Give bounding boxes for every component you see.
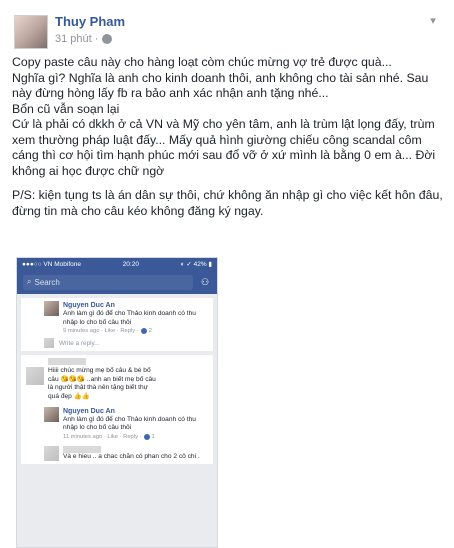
comment-meta-text: 9 minutes ago · Like · Reply · — [63, 328, 139, 335]
search-placeholder: Search — [34, 277, 60, 287]
post-meta: 31 phút · — [55, 33, 113, 45]
comment-card: Hiiii chúc mừng mẹ bố câu & bé bố câu 😘😘… — [21, 355, 213, 465]
author-name[interactable]: Thuy Pham — [55, 14, 125, 29]
write-reply: Write a reply... — [59, 339, 100, 347]
avatar — [44, 338, 54, 349]
globe-icon — [102, 34, 113, 44]
chevron-down-icon[interactable]: ▾ — [426, 14, 440, 28]
redacted-name — [63, 445, 101, 453]
search-icon: ⌕ — [27, 277, 32, 286]
avatar — [44, 445, 59, 461]
comment-text: Anh làm gì đó để cho Thảo kinh doanh có … — [63, 415, 196, 432]
avatar — [44, 406, 59, 422]
comment-meta: 9 minutes ago · Like · Reply · 2 — [63, 327, 208, 335]
post-body: Copy paste câu này cho hàng loạt còm chú… — [12, 55, 444, 219]
friend-requests-icon: ⚇ — [200, 277, 210, 287]
comment-text: Và e hieu .. a chac chăn có phan cho 2 c… — [63, 452, 200, 460]
post-ps: P/S: kiện tụng ts là án dân sự thôi, chứ… — [12, 188, 443, 218]
post-paragraph: Copy paste câu này cho hàng loạt còm chú… — [12, 55, 392, 69]
post-paragraph: Cứ là phải có dkkh ở cả VN và Mỹ cho yên… — [12, 117, 436, 178]
like-icon — [143, 433, 150, 440]
avatar — [26, 367, 44, 386]
like-icon — [140, 328, 147, 335]
write-reply-row: Write a reply... — [44, 338, 208, 349]
author-avatar[interactable] — [14, 15, 48, 49]
post-paragraph: Nghĩa gì? Nghĩa là anh cho kinh doanh th… — [12, 70, 429, 101]
comment-meta: 11 minutes ago · Like · Reply · 1 — [63, 433, 208, 441]
post-paragraph: Bổn cũ vẫn soạn lại — [12, 101, 120, 116]
facebook-post: Thuy Pham 31 phút · ▾ Copy paste câu này… — [0, 0, 454, 548]
battery: ◐ ✓ 42% ▮ — [180, 261, 212, 268]
comment-author: Nguyen Duc An — [63, 407, 115, 415]
carrier: ●●●○○ VN Mobifone — [22, 260, 82, 268]
phone-status-bar: ●●●○○ VN Mobifone 20:20 ◐ ✓ 42% ▮ — [17, 258, 217, 270]
phone-search-bar: ⌕ Search ⚇ — [17, 270, 217, 294]
comment-card: Nguyen Duc An Anh làm gì đó để cho Thảo … — [21, 298, 213, 352]
like-count: 1 — [151, 433, 155, 440]
comment-meta-text: 11 minutes ago · Like · Reply · — [63, 433, 142, 440]
post-time[interactable]: 31 phút · — [55, 33, 98, 45]
like-count: 2 — [148, 328, 152, 335]
comment-text: Hiiii chúc mừng mẹ bố câu & bé bố câu 😘😘… — [48, 367, 156, 400]
avatar — [44, 301, 59, 316]
redacted-name — [48, 358, 86, 366]
comment-author: Nguyen Duc An — [63, 302, 115, 309]
embedded-screenshot[interactable]: ●●●○○ VN Mobifone 20:20 ◐ ✓ 42% ▮ ⌕ Sear… — [16, 257, 218, 548]
search-input: ⌕ Search — [23, 274, 193, 290]
clock: 20:20 — [122, 260, 139, 268]
comment-text: Anh làm gì đó để cho Thảo kinh doanh có … — [63, 310, 196, 326]
